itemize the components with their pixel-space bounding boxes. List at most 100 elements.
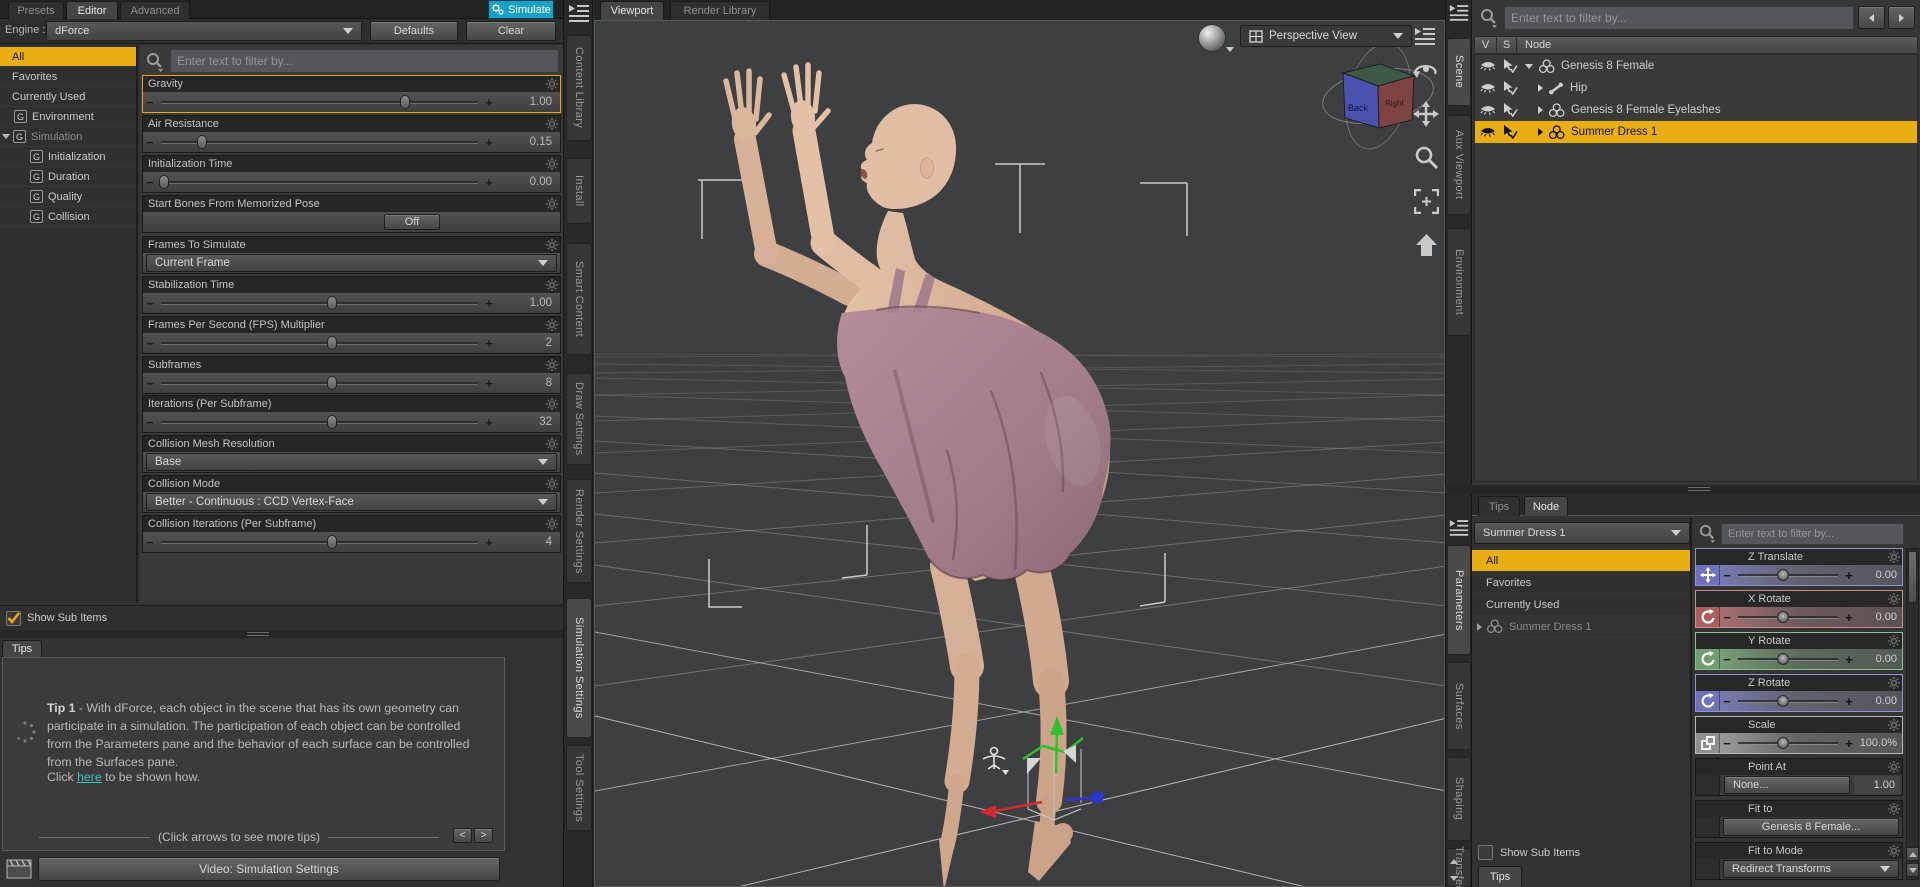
tab-node[interactable]: Node: [1524, 496, 1568, 516]
collision-mesh-resolution-select[interactable]: Base: [146, 453, 557, 471]
stabilization-time-value[interactable]: 1.00: [496, 297, 560, 309]
z-translate-value[interactable]: 0.00: [1856, 569, 1902, 581]
eye-icon[interactable]: [1479, 125, 1497, 139]
subframes-value[interactable]: 8: [496, 377, 560, 389]
tree-row-hip[interactable]: Hip: [1475, 77, 1917, 99]
slider-handle[interactable]: [327, 375, 338, 390]
gear-icon[interactable]: [1888, 551, 1900, 563]
tips-tab[interactable]: Tips: [2, 640, 42, 657]
group-summer-dress[interactable]: Summer Dress 1: [1472, 616, 1690, 638]
pane-menu-icon[interactable]: [1448, 518, 1470, 537]
splitter-grip[interactable]: [247, 632, 269, 636]
dock-tab-transfer[interactable]: Transfer: [1447, 846, 1471, 887]
frames-to-simulate-select[interactable]: Current Frame: [146, 254, 557, 272]
filter-back-button[interactable]: [1858, 6, 1885, 29]
dock-tab-tool-settings[interactable]: Tool Settings: [566, 745, 592, 831]
slider-handle[interactable]: [1777, 736, 1789, 749]
engine-select[interactable]: dForce: [46, 21, 362, 41]
gear-icon[interactable]: [546, 198, 558, 210]
pane-menu-icon[interactable]: [1448, 3, 1470, 22]
z-translate-slider[interactable]: [1738, 568, 1838, 581]
home-view-icon[interactable]: [1414, 233, 1439, 258]
group-currently-used[interactable]: Currently Used: [1472, 594, 1690, 616]
slider-handle[interactable]: [327, 295, 338, 310]
slider-handle[interactable]: [1777, 652, 1789, 665]
simulate-button[interactable]: Simulate: [488, 0, 554, 19]
drawstyle-sphere-icon[interactable]: [1198, 24, 1226, 52]
scroll-up-button[interactable]: [1906, 847, 1919, 861]
dock-tab-smart-content[interactable]: Smart Content: [566, 243, 592, 355]
expander-icon[interactable]: [1477, 622, 1482, 631]
gear-icon[interactable]: [546, 118, 558, 130]
slider-handle[interactable]: [1777, 568, 1789, 581]
scroll-down-button[interactable]: [1906, 863, 1919, 877]
gear-icon[interactable]: [1888, 803, 1900, 815]
param-filter-input[interactable]: [170, 49, 559, 73]
show-sub-items-checkbox[interactable]: [1478, 845, 1493, 860]
view-orientation-cube[interactable]: Back Right: [1318, 36, 1437, 155]
y-rotate-value[interactable]: 0.00: [1856, 653, 1902, 665]
scrollbar-thumb[interactable]: [1908, 551, 1917, 603]
expander-icon[interactable]: [2, 134, 10, 139]
clear-button[interactable]: Clear: [466, 21, 556, 41]
expander-icon[interactable]: [1538, 84, 1543, 92]
slider-handle[interactable]: [1777, 610, 1789, 623]
fps-multiplier-value[interactable]: 2: [496, 337, 560, 349]
gear-icon[interactable]: [1888, 593, 1900, 605]
slider-handle[interactable]: [327, 534, 338, 549]
slider-handle[interactable]: [400, 94, 411, 109]
column-selectable[interactable]: S: [1497, 37, 1517, 53]
cursor-check-icon[interactable]: [1502, 81, 1518, 95]
group-all[interactable]: All: [1472, 550, 1690, 572]
universal-tool-icon[interactable]: [982, 746, 1009, 776]
scale-value[interactable]: 100.0%: [1856, 737, 1902, 749]
bottom-tips-tab[interactable]: Tips: [1478, 866, 1522, 887]
initialization-time-value[interactable]: 0.00: [496, 176, 560, 188]
parameter-filter-input[interactable]: [1721, 523, 1904, 545]
video-simulation-settings-button[interactable]: Video: Simulation Settings: [38, 857, 500, 881]
dock-tab-parameters[interactable]: Parameters: [1447, 545, 1471, 655]
fit-to-button[interactable]: Genesis 8 Female...: [1723, 818, 1899, 836]
category-environment[interactable]: G Environment: [0, 107, 136, 127]
tree-row-eyelashes[interactable]: Genesis 8 Female Eyelashes: [1475, 99, 1917, 121]
gear-icon[interactable]: [546, 158, 558, 170]
scene-filter-input[interactable]: [1504, 6, 1854, 30]
show-sub-items-checkbox[interactable]: [6, 610, 21, 626]
pane-menu-icon[interactable]: [1413, 26, 1437, 46]
filter-forward-button[interactable]: [1888, 6, 1915, 29]
defaults-button[interactable]: Defaults: [370, 21, 458, 41]
x-rotate-value[interactable]: 0.00: [1856, 611, 1902, 623]
tab-viewport[interactable]: Viewport: [600, 1, 664, 20]
slider-handle[interactable]: [1777, 694, 1789, 707]
cursor-check-icon[interactable]: [1502, 59, 1518, 73]
tab-editor[interactable]: Editor: [66, 1, 118, 19]
expander-icon[interactable]: [1525, 63, 1533, 69]
dock-tab-render-settings[interactable]: Render Settings: [566, 479, 592, 583]
column-visible[interactable]: V: [1475, 37, 1497, 53]
next-tip-button[interactable]: >: [474, 828, 493, 843]
slider-handle[interactable]: [327, 414, 338, 429]
category-currently-used[interactable]: Currently Used: [0, 87, 136, 107]
dock-scroll-down-icon[interactable]: [1450, 876, 1458, 881]
pan-camera-icon[interactable]: [1413, 101, 1439, 127]
expander-icon[interactable]: [1538, 106, 1543, 114]
point-at-value[interactable]: 1.00: [1854, 776, 1900, 794]
gear-icon[interactable]: [546, 279, 558, 291]
group-favorites[interactable]: Favorites: [1472, 572, 1690, 594]
gear-icon[interactable]: [546, 398, 558, 410]
category-all[interactable]: All: [0, 47, 136, 67]
dock-tab-environment[interactable]: Environment: [1447, 228, 1471, 336]
z-rotate-slider[interactable]: [1738, 694, 1838, 707]
start-bones-toggle[interactable]: Off: [384, 214, 440, 230]
eye-icon[interactable]: [1479, 59, 1497, 73]
right-horizontal-splitter[interactable]: [1445, 485, 1920, 494]
tab-presets[interactable]: Presets: [8, 1, 64, 19]
node-selector[interactable]: Summer Dress 1: [1474, 522, 1690, 544]
tree-row-summer-dress[interactable]: Summer Dress 1: [1475, 121, 1917, 143]
tab-advanced[interactable]: Advanced: [120, 1, 190, 19]
eye-icon[interactable]: [1479, 81, 1497, 95]
gravity-value[interactable]: 1.00: [496, 96, 560, 108]
gravity-slider[interactable]: [161, 94, 478, 109]
cursor-check-icon[interactable]: [1502, 103, 1518, 117]
pane-menu-icon[interactable]: [567, 3, 591, 23]
